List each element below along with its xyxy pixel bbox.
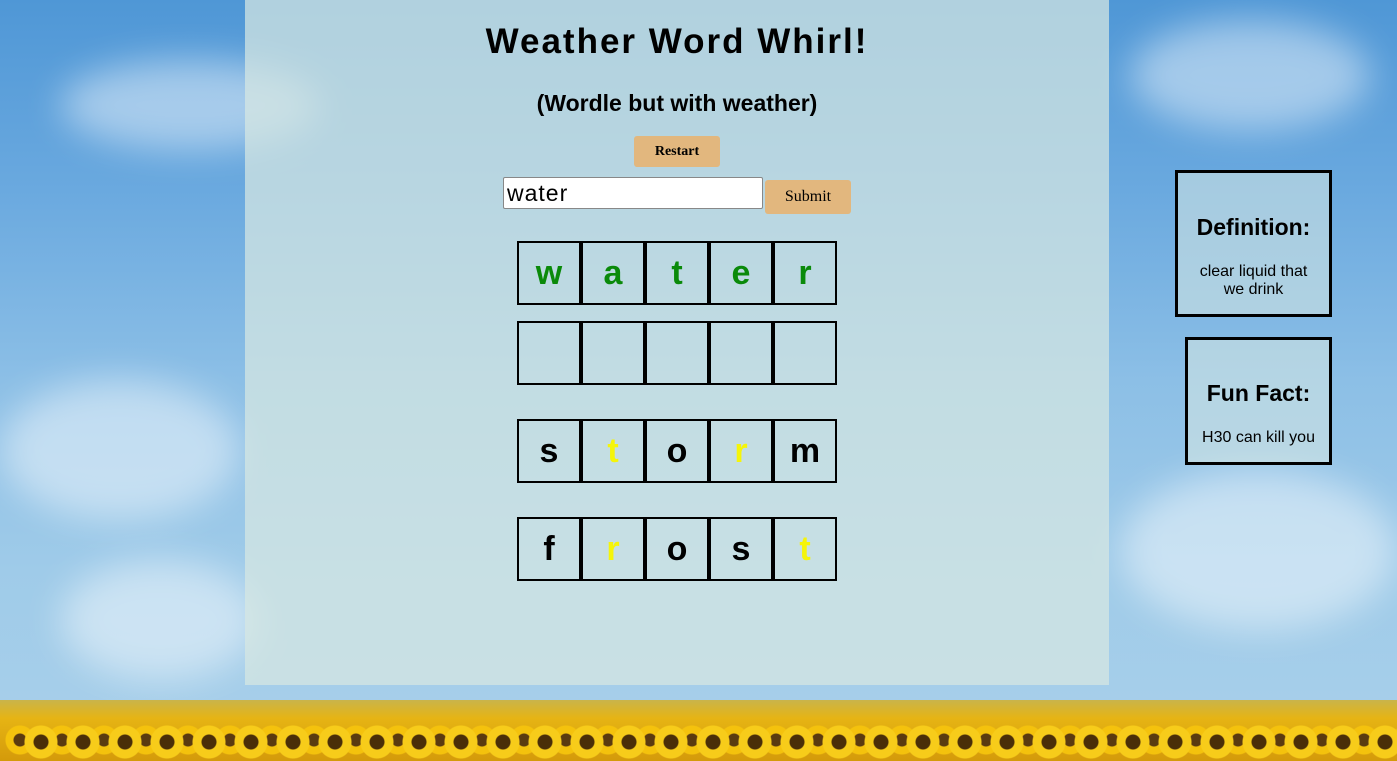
letter-tile: s xyxy=(517,419,581,483)
letter-tile: r xyxy=(709,419,773,483)
letter-tile: t xyxy=(773,517,837,581)
letter-tile: s xyxy=(709,517,773,581)
definition-card: Definition: clear liquid that we drink xyxy=(1175,170,1332,317)
letter-tile: t xyxy=(645,241,709,305)
page-title: Weather Word Whirl! xyxy=(485,22,869,61)
game-panel: Weather Word Whirl! (Wordle but with wea… xyxy=(245,0,1109,685)
letter-tile: f xyxy=(517,517,581,581)
letter-tile: o xyxy=(645,419,709,483)
sunflower-field-front xyxy=(21,712,1397,761)
letter-tile: a xyxy=(581,241,645,305)
guess-input[interactable] xyxy=(503,177,763,209)
letter-tile: w xyxy=(517,241,581,305)
fun-fact-heading: Fun Fact: xyxy=(1206,380,1311,406)
background-cloud xyxy=(0,380,240,520)
letter-tile: o xyxy=(645,517,709,581)
letter-tile: e xyxy=(709,241,773,305)
guess-row-2 xyxy=(517,321,837,385)
guess-row-4: f r o s t xyxy=(517,517,837,581)
fun-fact-text: H30 can kill you xyxy=(1202,429,1315,446)
definition-text: clear liquid that we drink xyxy=(1199,263,1308,298)
background-cloud xyxy=(1120,470,1397,630)
letter-tile xyxy=(645,321,709,385)
letter-tile xyxy=(517,321,581,385)
letter-tile: t xyxy=(581,419,645,483)
page-subtitle: (Wordle but with weather) xyxy=(536,90,818,116)
guess-row-1: w a t e r xyxy=(517,241,837,305)
letter-tile: r xyxy=(581,517,645,581)
letter-tile: r xyxy=(773,241,837,305)
guess-row-3: s t o r m xyxy=(517,419,837,483)
letter-tile xyxy=(581,321,645,385)
background-cloud xyxy=(1130,20,1370,130)
letter-tile: m xyxy=(773,419,837,483)
fun-fact-card: Fun Fact: H30 can kill you xyxy=(1185,337,1332,465)
letter-tile xyxy=(709,321,773,385)
restart-button[interactable]: Restart xyxy=(634,136,720,167)
definition-heading: Definition: xyxy=(1196,214,1311,240)
background-cloud xyxy=(60,560,260,680)
letter-tile xyxy=(773,321,837,385)
submit-button[interactable]: Submit xyxy=(765,180,851,214)
